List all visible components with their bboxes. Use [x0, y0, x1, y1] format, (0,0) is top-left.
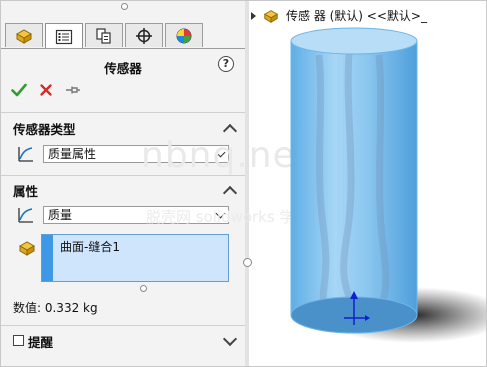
part-icon [263, 9, 279, 23]
tab-configuration-manager[interactable] [85, 23, 123, 47]
sensor-type-graph-icon [18, 147, 33, 162]
tree-root-label[interactable]: 传感 器 (默认) <<默认>_ [286, 7, 427, 24]
display-manager-icon [176, 28, 192, 43]
cancel-button[interactable] [39, 83, 53, 97]
tab-feature-manager[interactable] [5, 23, 43, 47]
manager-tabs [5, 23, 205, 49]
panel-resize-grip[interactable] [121, 3, 128, 10]
help-icon[interactable]: ? [218, 56, 234, 72]
value-readout: 数值: 0.332 kg [13, 301, 98, 315]
expand-triangle-icon[interactable] [251, 11, 256, 20]
section-divider [1, 112, 245, 113]
expand-alert-icon[interactable] [222, 331, 238, 347]
alert-label[interactable]: 提醒 [28, 332, 53, 351]
sensor-type-heading: 传感器类型 [13, 122, 76, 137]
entity-part-icon [18, 241, 36, 256]
selected-entities-list[interactable]: 曲面-缝合1 [41, 234, 229, 282]
pushpin-button[interactable] [65, 83, 81, 97]
tab-dimxpert-manager[interactable] [125, 23, 163, 47]
action-buttons [11, 83, 81, 97]
property-manager-icon [55, 29, 73, 44]
feature-manager-icon [15, 28, 33, 44]
list-item[interactable]: 曲面-缝合1 [60, 238, 120, 255]
selection-focus-bar [42, 235, 53, 281]
list-resize-grip[interactable] [140, 285, 147, 292]
tab-divider [1, 48, 245, 49]
ok-button[interactable] [11, 83, 27, 97]
sensor-type-value: 质量属性 [48, 147, 97, 161]
configuration-manager-icon [96, 27, 111, 44]
property-manager-panel: 传感器 ? 传感器类型 质量属性 属性 质量 曲面-缝合1 数值: 0.332 … [1, 1, 246, 366]
tab-display-manager[interactable] [165, 23, 203, 47]
panel-title: 传感器 [104, 61, 142, 76]
top-face[interactable] [290, 27, 418, 55]
section-divider [1, 325, 245, 326]
properties-heading: 属性 [13, 184, 39, 199]
feature-tree-flyout[interactable]: 传感 器 (默认) <<默认>_ [251, 7, 427, 24]
dimxpert-icon [136, 27, 152, 44]
window-frame: 传感器 ? 传感器类型 质量属性 属性 质量 曲面-缝合1 数值: 0.332 … [0, 0, 487, 367]
property-graph-icon [18, 208, 33, 223]
tab-property-manager[interactable] [45, 23, 83, 49]
alert-checkbox[interactable] [13, 335, 24, 346]
collapse-properties-icon[interactable] [222, 185, 238, 201]
graphics-viewport[interactable] [249, 25, 486, 366]
property-value: 质量 [48, 208, 73, 222]
